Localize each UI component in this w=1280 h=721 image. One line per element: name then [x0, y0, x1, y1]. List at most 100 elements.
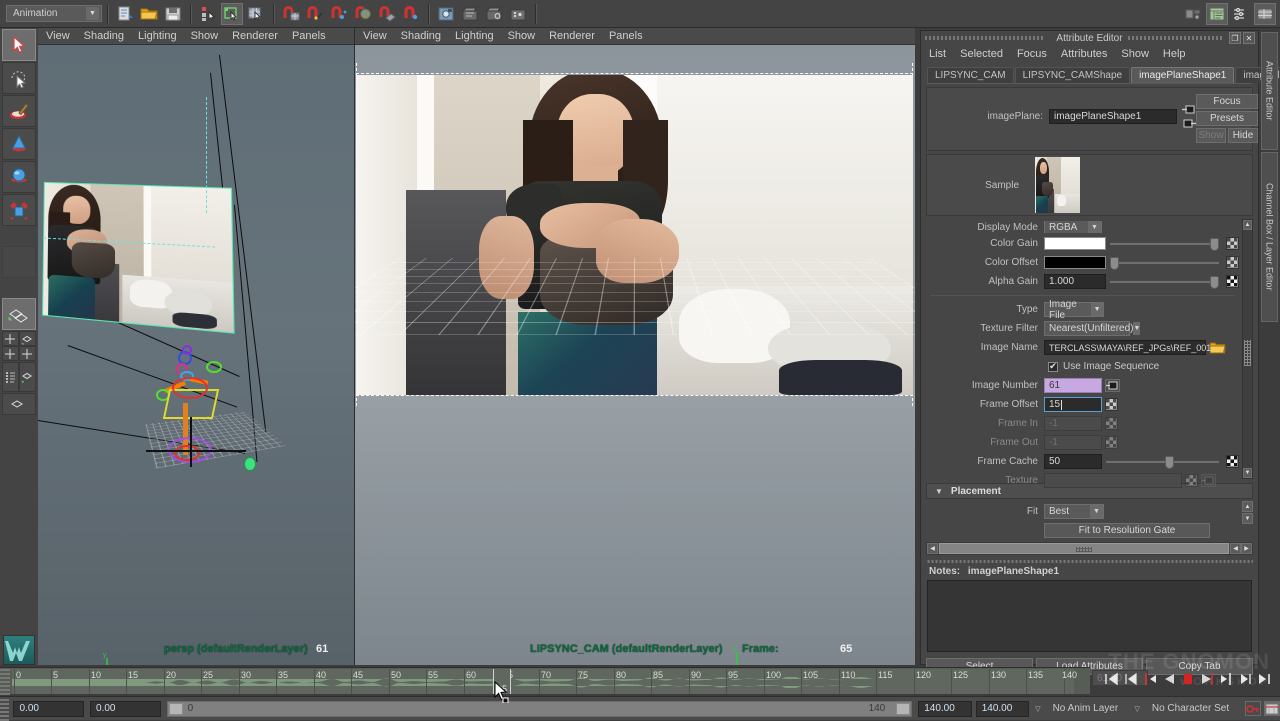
node-name-field[interactable]: imagePlaneShape1	[1049, 109, 1177, 124]
close-icon[interactable]: ✕	[1243, 32, 1255, 44]
vp-right-menu-panels[interactable]: Panels	[609, 30, 643, 42]
step-forward-key-button[interactable]	[1217, 670, 1235, 688]
vp-left-menu-panels[interactable]: Panels	[292, 30, 326, 42]
attribute-editor-toggle-icon[interactable]	[1230, 3, 1252, 25]
range-end-handle[interactable]	[896, 703, 910, 715]
tab-lipsync-cam[interactable]: LIPSYNC_CAM	[927, 67, 1014, 83]
focus-button[interactable]: Focus	[1196, 94, 1258, 109]
snap-to-curve-icon[interactable]	[304, 3, 326, 25]
texture-filter-combo[interactable]: Nearest(Unfiltered) ▼	[1044, 321, 1130, 336]
character-set-selector[interactable]: No Character Set	[1146, 701, 1241, 717]
attribute-editor-titlebar[interactable]: Attribute Editor ❐ ✕	[921, 31, 1258, 45]
attribute-horizontal-scrollbar[interactable]: ◀ ◀ ▶	[926, 542, 1253, 555]
scroll-right-step[interactable]: ▶	[1241, 543, 1252, 554]
chevron-down-icon[interactable]: ▼	[1133, 322, 1140, 335]
frame-out-map-button[interactable]	[1105, 436, 1118, 449]
snap-to-view-plane-icon[interactable]	[376, 3, 398, 25]
slider-handle[interactable]	[1165, 456, 1174, 469]
vp-left-menu-show[interactable]: Show	[191, 30, 219, 42]
scrollbar-grip[interactable]	[1244, 340, 1251, 366]
image-number-field[interactable]: 61	[1044, 378, 1102, 393]
frame-offset-map-button[interactable]	[1105, 398, 1118, 411]
auto-keyframe-toggle-icon[interactable]	[1245, 701, 1261, 716]
frame-in-map-button[interactable]	[1105, 417, 1118, 430]
texture-map-button[interactable]	[1185, 474, 1198, 487]
ae-menu-selected[interactable]: Selected	[960, 48, 1003, 60]
frame-cache-field[interactable]: 50	[1044, 454, 1102, 469]
slider-handle[interactable]	[1210, 238, 1219, 251]
input-connection-icon[interactable]	[1182, 104, 1196, 115]
alpha-gain-slider[interactable]	[1110, 280, 1219, 283]
last-tool-slot[interactable]	[2, 246, 36, 278]
attribute-vertical-scrollbar[interactable]: ▲ ▼	[1242, 219, 1253, 479]
import-icon[interactable]	[114, 3, 136, 25]
rig-control[interactable]	[206, 361, 222, 373]
scroll-up-arrow[interactable]: ▲	[1243, 220, 1252, 230]
ae-menu-focus[interactable]: Focus	[1017, 48, 1047, 60]
playback-end-field[interactable]: 140.00	[918, 701, 971, 717]
scroll-left-arrow[interactable]: ◀	[927, 543, 938, 554]
ae-menu-list[interactable]: List	[929, 48, 946, 60]
hscroll-thumb[interactable]	[939, 543, 1229, 554]
frame-offset-field[interactable]: 15	[1044, 397, 1102, 412]
rotate-tool[interactable]	[2, 161, 36, 193]
hypershade-icon[interactable]	[507, 3, 529, 25]
stop-button[interactable]	[1179, 670, 1197, 688]
animation-preferences-icon[interactable]	[1264, 701, 1280, 716]
color-gain-map-button[interactable]	[1226, 237, 1239, 250]
slider-handle[interactable]	[1210, 276, 1219, 289]
scroll-down-arrow[interactable]: ▼	[1242, 513, 1253, 524]
vp-right-menu-shading[interactable]: Shading	[401, 30, 441, 42]
select-by-hierarchy-icon[interactable]	[197, 3, 219, 25]
vp-right-menu-show[interactable]: Show	[508, 30, 536, 42]
scroll-left-step[interactable]: ◀	[1230, 543, 1241, 554]
outliner-panel-icon[interactable]	[1206, 3, 1228, 25]
hide-button[interactable]: Hide	[1228, 128, 1258, 143]
vp-right-menu-renderer[interactable]: Renderer	[549, 30, 595, 42]
play-backwards-button[interactable]	[1160, 670, 1178, 688]
color-gain-swatch[interactable]	[1044, 237, 1106, 250]
restore-panel-icon[interactable]: ❐	[1229, 32, 1241, 44]
menu-set-selector[interactable]: Animation ▼	[6, 5, 102, 22]
vtab-attribute-editor[interactable]: Attribute Editor	[1261, 32, 1278, 150]
select-by-object-icon[interactable]	[221, 3, 243, 25]
character-rig[interactable]	[138, 345, 258, 485]
vp-left-menu-view[interactable]: View	[46, 30, 70, 42]
ae-menu-show[interactable]: Show	[1121, 48, 1149, 60]
select-by-component-icon[interactable]	[245, 3, 267, 25]
vp-right-menu-view[interactable]: View	[363, 30, 387, 42]
notes-textarea[interactable]	[927, 580, 1252, 652]
fit-to-resolution-gate-button[interactable]: Fit to Resolution Gate	[1044, 523, 1210, 538]
presets-button[interactable]: Presets	[1196, 111, 1258, 126]
vp-left-menu-renderer[interactable]: Renderer	[232, 30, 278, 42]
show-button[interactable]: Show	[1196, 128, 1226, 143]
character-set-chevron-icon[interactable]: ▽	[1134, 705, 1139, 713]
color-offset-swatch[interactable]	[1044, 256, 1106, 269]
anim-layer-chevron-icon[interactable]: ▽	[1035, 705, 1040, 713]
channel-box-toggle-icon[interactable]	[1254, 3, 1276, 25]
rig-end-control[interactable]	[244, 457, 256, 471]
tab-lipsync-camshape[interactable]: LIPSYNC_CAMShape	[1015, 67, 1131, 83]
select-tool[interactable]	[2, 29, 36, 61]
current-time-indicator[interactable]: 65	[493, 669, 511, 694]
step-forward-frame-button[interactable]	[1237, 670, 1255, 688]
lasso-select-tool[interactable]	[2, 62, 36, 94]
go-to-start-button[interactable]	[1102, 670, 1120, 688]
camera-scene[interactable]: y x z LIPSYNC_CAM (defaultRenderLayer) F…	[355, 45, 915, 665]
two-pane-stacked-layout[interactable]	[2, 346, 19, 361]
hypershade-persp-layout[interactable]	[2, 393, 36, 415]
time-slider-grip[interactable]	[0, 668, 10, 695]
color-offset-slider[interactable]	[1110, 261, 1219, 264]
toggle-model-panel-icon[interactable]	[1182, 3, 1204, 25]
move-tool[interactable]	[2, 128, 36, 160]
paint-select-tool[interactable]	[2, 95, 36, 127]
tab-imageplaneshape1[interactable]: imagePlaneShape1	[1131, 67, 1234, 83]
ae-menu-attributes[interactable]: Attributes	[1061, 48, 1107, 60]
snap-to-grid-icon[interactable]	[280, 3, 302, 25]
browse-folder-icon[interactable]	[1210, 341, 1225, 354]
rig-control[interactable]	[182, 345, 192, 355]
vp-right-menu-lighting[interactable]: Lighting	[455, 30, 494, 42]
step-back-frame-button[interactable]	[1121, 670, 1139, 688]
anim-layer-selector[interactable]: No Anim Layer	[1047, 701, 1129, 717]
display-mode-combo[interactable]: RGBA ▼	[1044, 221, 1102, 233]
